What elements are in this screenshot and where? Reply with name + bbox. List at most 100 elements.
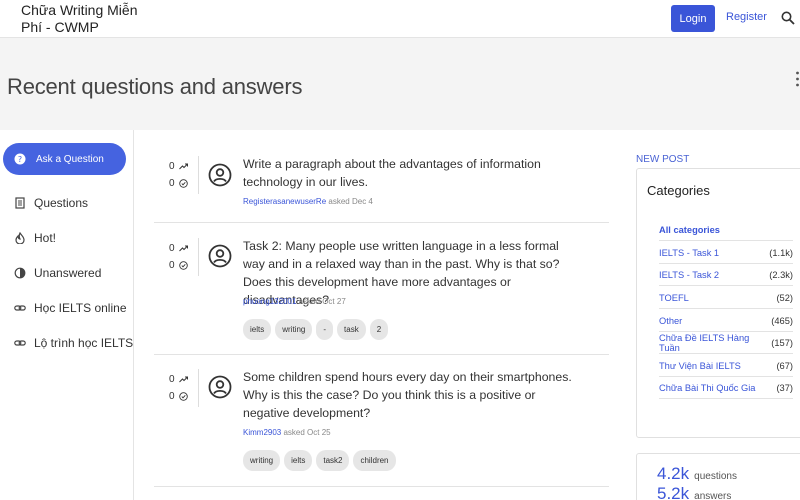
category-count: (37) bbox=[776, 382, 793, 393]
tag[interactable]: writing bbox=[243, 450, 281, 471]
category-item[interactable]: Chữa Bài Thi Quốc Gia (37) bbox=[659, 377, 793, 399]
category-item[interactable]: Other (465) bbox=[659, 310, 793, 332]
sidebar-item-hot[interactable]: Hot! bbox=[14, 231, 56, 245]
user-avatar-icon bbox=[208, 244, 232, 268]
category-count: (67) bbox=[776, 360, 793, 371]
answer-count: 0 bbox=[169, 388, 199, 405]
ask-question-button[interactable]: ? Ask a Question bbox=[3, 143, 126, 175]
tag[interactable]: ielts bbox=[284, 450, 313, 471]
sidebar-item-questions[interactable]: Questions bbox=[14, 196, 88, 210]
check-circle-icon bbox=[178, 261, 188, 270]
trending-up-icon bbox=[178, 376, 188, 383]
category-name: Thư Viện Bài IELTS bbox=[659, 360, 741, 371]
sidebar-item-label: Questions bbox=[34, 196, 89, 210]
sidebar-item-label: Lộ trình học IELTS bbox=[34, 336, 134, 350]
tag[interactable]: task bbox=[337, 319, 366, 340]
tag[interactable]: task2 bbox=[316, 450, 350, 471]
top-bar: Chữa Writing Miễn Phí - CWMP Login Regis… bbox=[0, 0, 800, 38]
svg-text:?: ? bbox=[18, 155, 22, 164]
category-count: (1.1k) bbox=[769, 247, 793, 258]
categories-title: Categories bbox=[647, 183, 710, 198]
more-options-icon[interactable] bbox=[795, 70, 800, 88]
separator bbox=[154, 486, 609, 487]
question-counts: 0 0 bbox=[169, 240, 199, 274]
tag[interactable]: writing bbox=[275, 319, 313, 340]
vote-count: 0 bbox=[169, 371, 199, 388]
category-item[interactable]: IELTS - Task 1 (1.1k) bbox=[659, 242, 793, 264]
fire-icon bbox=[15, 232, 25, 244]
category-item[interactable]: Thư Viện Bài IELTS (67) bbox=[659, 355, 793, 377]
category-name: Other bbox=[659, 315, 683, 326]
category-count: (157) bbox=[771, 337, 793, 348]
tag[interactable]: children bbox=[353, 450, 396, 471]
tag[interactable]: - bbox=[316, 319, 334, 340]
question-counts: 0 0 bbox=[169, 158, 199, 192]
search-icon[interactable] bbox=[781, 11, 795, 25]
trending-up-icon bbox=[178, 245, 188, 252]
trending-up-icon bbox=[178, 163, 188, 170]
half-circle-icon bbox=[14, 267, 26, 279]
question-user[interactable]: RegisterasanewuserRe bbox=[243, 197, 326, 206]
stat-questions: 4.2k questions bbox=[657, 464, 737, 484]
tag-list: writing ielts task2 children bbox=[243, 450, 400, 471]
question-date: asked Oct 25 bbox=[283, 428, 331, 437]
question-meta: phuong132001 asked Oct 27 bbox=[243, 297, 346, 306]
separator bbox=[154, 222, 609, 223]
category-count: (52) bbox=[776, 292, 793, 303]
category-name: IELTS - Task 2 bbox=[659, 269, 720, 280]
tag[interactable]: 2 bbox=[369, 319, 389, 340]
sidebar-item-lo-trinh-hoc-ielts[interactable]: Lộ trình học IELTS bbox=[14, 336, 133, 350]
vote-count: 0 bbox=[169, 240, 199, 257]
separator bbox=[154, 354, 609, 355]
sidebar-item-label: Unanswered bbox=[34, 266, 102, 280]
stat-number: 5.2k bbox=[657, 484, 690, 500]
category-item[interactable]: TOEFL (52) bbox=[659, 287, 793, 309]
category-count: (465) bbox=[771, 315, 793, 326]
question-counts: 0 0 bbox=[169, 371, 199, 405]
link-icon bbox=[14, 305, 26, 311]
divider bbox=[198, 156, 199, 194]
page-title: Recent questions and answers bbox=[7, 74, 303, 99]
stat-label: questions bbox=[694, 471, 737, 482]
question-user[interactable]: phuong132001 bbox=[243, 297, 296, 306]
check-circle-icon bbox=[178, 179, 188, 188]
category-name: TOEFL bbox=[659, 292, 689, 303]
question-user[interactable]: Kimm2903 bbox=[243, 428, 281, 437]
check-circle-icon bbox=[178, 392, 188, 401]
category-item[interactable]: Chữa Đề IELTS Hàng Tuần (157) bbox=[659, 332, 793, 354]
category-item[interactable]: All categories bbox=[659, 219, 793, 241]
category-name: Chữa Bài Thi Quốc Gia bbox=[659, 382, 756, 393]
sidebar-item-label: Học IELTS online bbox=[34, 301, 127, 315]
login-button[interactable]: Login bbox=[671, 5, 715, 32]
tag[interactable]: ielts bbox=[243, 319, 272, 340]
answer-count: 0 bbox=[169, 257, 199, 274]
stat-label: answers bbox=[694, 491, 732, 500]
question-meta: RegisterasanewuserRe asked Dec 4 bbox=[243, 197, 373, 206]
category-item[interactable]: IELTS - Task 2 (2.3k) bbox=[659, 264, 793, 286]
stat-answers: 5.2k answers bbox=[657, 484, 731, 500]
category-name: Chữa Đề IELTS Hàng Tuần bbox=[659, 332, 750, 353]
tag-list: ielts writing - task 2 bbox=[243, 319, 392, 340]
category-name: IELTS - Task 1 bbox=[659, 247, 720, 258]
user-avatar-icon bbox=[208, 375, 232, 399]
register-link[interactable]: Register bbox=[726, 11, 767, 23]
category-count: (2.3k) bbox=[769, 269, 793, 280]
stat-number: 4.2k bbox=[657, 464, 690, 483]
category-name: All categories bbox=[659, 224, 720, 235]
question-bubble-icon: ? bbox=[14, 153, 26, 165]
ask-question-label: Ask a Question bbox=[36, 153, 104, 165]
question-title[interactable]: Some children spend hours every day on t… bbox=[243, 368, 583, 422]
new-post-link[interactable]: NEW POST bbox=[636, 154, 689, 165]
question-date: asked Dec 4 bbox=[328, 197, 373, 206]
sidebar-item-hoc-ielts-online[interactable]: Học IELTS online bbox=[14, 301, 127, 315]
sidebar-divider bbox=[133, 130, 134, 500]
answer-count: 0 bbox=[169, 175, 199, 192]
site-title[interactable]: Chữa Writing Miễn Phí - CWMP bbox=[21, 2, 151, 36]
question-meta: Kimm2903 asked Oct 25 bbox=[243, 428, 331, 437]
document-icon bbox=[15, 197, 25, 209]
vote-count: 0 bbox=[169, 158, 199, 175]
categories-panel: Categories All categories IELTS - Task 1… bbox=[636, 168, 800, 438]
question-title[interactable]: Write a paragraph about the advantages o… bbox=[243, 155, 583, 191]
sidebar-item-unanswered[interactable]: Unanswered bbox=[14, 266, 101, 280]
divider bbox=[198, 369, 199, 407]
